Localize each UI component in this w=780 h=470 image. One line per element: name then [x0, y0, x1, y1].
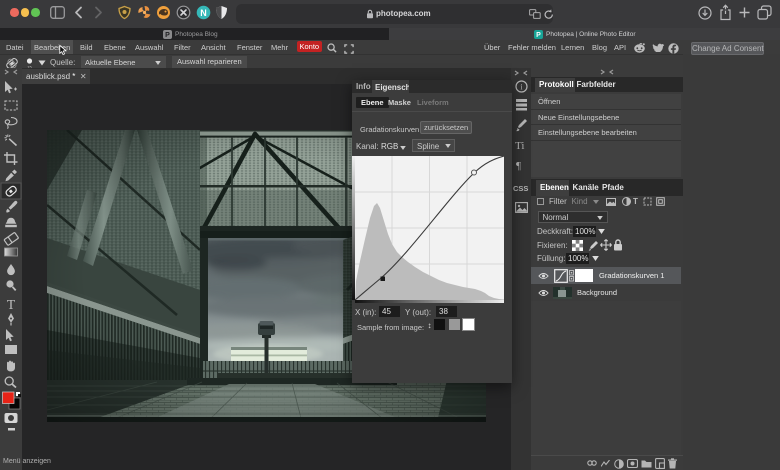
svg-text:N: N — [200, 8, 207, 18]
svg-text:P: P — [165, 32, 170, 39]
svg-text:P: P — [536, 32, 541, 39]
svg-text:T: T — [7, 297, 16, 312]
svg-text:i: i — [520, 83, 523, 92]
